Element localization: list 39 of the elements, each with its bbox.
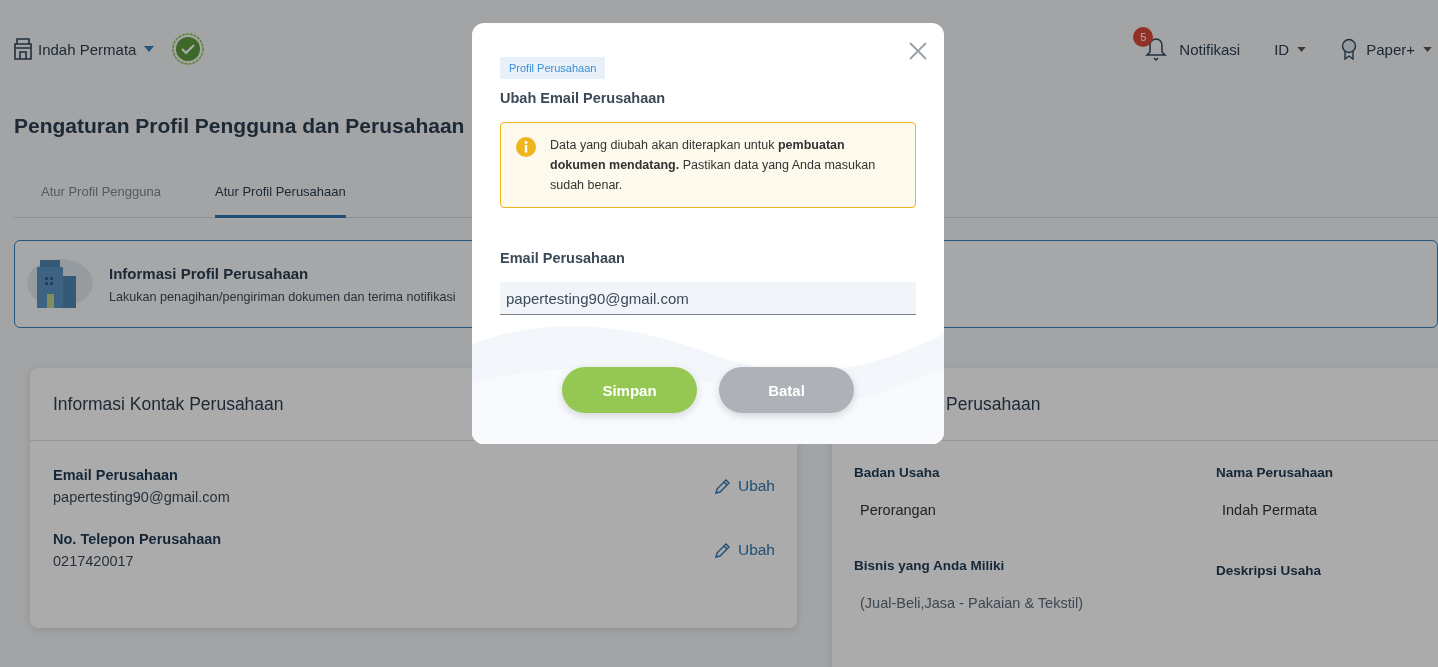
category-tag: Profil Perusahaan [500,57,606,79]
company-name[interactable]: Indah Permata [38,40,137,58]
field-label: Email Perusahaan [53,467,179,483]
field-value: Indah Permata [1222,502,1319,518]
edit-link[interactable]: Ubah [713,477,775,495]
plan-menu[interactable]: Paper+ [1366,40,1415,58]
info-icon [516,137,536,157]
caret-icon [144,46,155,52]
field-label: Badan Usaha [854,465,941,480]
caret-icon [1297,46,1307,52]
bell-icon[interactable] [1145,37,1168,61]
field-label: Nama Perusahaan [1216,465,1335,480]
notification-count-badge: 5 [1133,27,1154,47]
banner-title: Informasi Profil Perusahaan [109,264,310,282]
field-value: papertesting90@gmail.com [53,489,230,505]
field-label: Bisnis yang Anda Miliki [854,558,1006,573]
card-title: Informasi Kontak Perusahaan [53,393,284,415]
caret-icon [1423,46,1432,52]
field-value: (Jual-Beli,Jasa - Pakaian & Tekstil) [860,595,1084,611]
field-value: Perorangan [860,502,937,518]
edit-link[interactable]: Ubah [713,541,775,559]
field-label: Email Perusahaan [500,250,626,266]
notifications-link[interactable]: Notifikasi [1179,40,1241,58]
page-title: Pengaturan Profil Pengguna dan Perusahaan [14,114,466,138]
dialog-title: Ubah Email Perusahaan [500,90,667,106]
banner-description: Lakukan penagihan/pengiriman dokumen dan terima notifikasi [109,289,456,304]
notice-text: Data yang diubah akan diterapkan untuk pembuatan dokumen mendatang. Pastikan data yang Anda masukan sudah benar. [550,137,877,194]
award-icon [1340,38,1359,60]
language-selector[interactable]: ID [1274,40,1290,58]
email-input[interactable]: papertesting90@gmail.com [500,282,916,315]
building-icon [14,38,32,60]
field-label: Deskripsi Usaha [1216,563,1323,578]
field-label: No. Telepon Perusahaan [53,531,222,547]
field-value: 0217420017 [53,553,135,569]
close-button[interactable] [908,41,928,61]
tab[interactable]: Atur Profil Perusahaan [214,176,346,218]
card-title: Perusahaan [946,393,1041,415]
pencil-icon [713,541,732,559]
pencil-icon [713,477,732,495]
